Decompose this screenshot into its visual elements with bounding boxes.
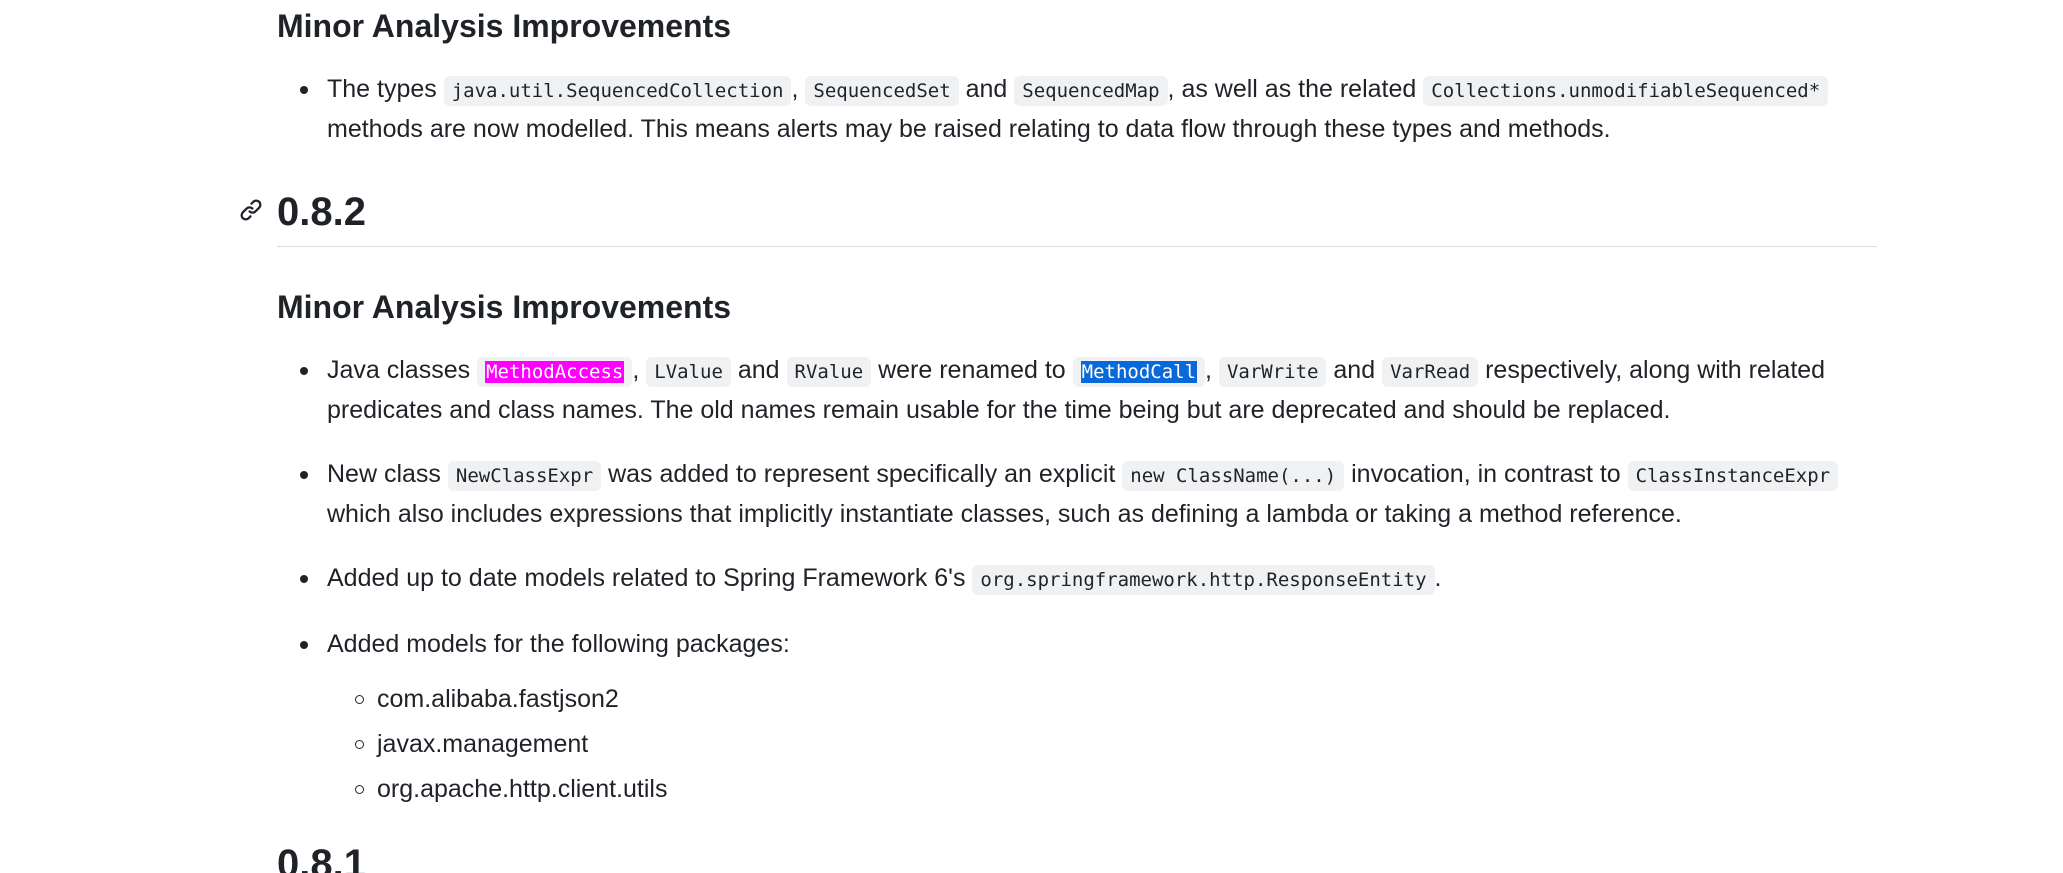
inline-code: SequencedMap — [1014, 76, 1168, 106]
inline-code: SequencedSet — [805, 76, 959, 106]
section-heading-minor-analysis: Minor Analysis Improvements — [277, 289, 732, 325]
release-version-title: 0.8.2 — [277, 190, 366, 234]
release-heading-0-8-1: 0.8.1 — [277, 836, 1877, 873]
package-item: javax.management — [355, 725, 1877, 763]
inline-code: LValue — [646, 357, 731, 387]
inline-code: VarRead — [1382, 357, 1479, 387]
list-item: Added models for the following packages:… — [300, 625, 1877, 808]
inline-code: org.springframework.http.ResponseEntity — [972, 565, 1435, 595]
inline-code: MethodCall — [1072, 357, 1206, 387]
inline-code: MethodAccess — [477, 357, 633, 387]
inline-code: new ClassName(...) — [1122, 461, 1345, 491]
package-item: org.apache.http.client.utils — [355, 770, 1877, 808]
list-item: Java classes MethodAccess, LValue and RV… — [300, 351, 1877, 429]
prev-improvements-list: The types java.util.SequencedCollection,… — [277, 70, 1877, 148]
release-version-title: 0.8.1 — [277, 842, 366, 873]
highlighted-text-magenta: MethodAccess — [485, 361, 625, 383]
highlighted-text-blue: MethodCall — [1080, 361, 1198, 383]
link-icon[interactable] — [237, 196, 265, 224]
inline-code: ClassInstanceExpr — [1627, 461, 1839, 491]
inline-code: java.util.SequencedCollection — [443, 76, 792, 106]
release-heading-0-8-2: 0.8.2 — [240, 184, 1877, 247]
release-notes-page: Minor Analysis Improvements The types ja… — [0, 0, 2063, 873]
packages-list: com.alibaba.fastjson2 javax.management o… — [327, 680, 1877, 808]
inline-code: Collections.unmodifiableSequenced* — [1423, 76, 1829, 106]
section-heading-minor-analysis-prev: Minor Analysis Improvements — [277, 8, 732, 44]
list-item: The types java.util.SequencedCollection,… — [300, 70, 1877, 148]
inline-code: VarWrite — [1218, 357, 1327, 387]
inline-code: RValue — [786, 357, 872, 387]
list-item: Added up to date models related to Sprin… — [300, 559, 1877, 599]
improvements-list: Java classes MethodAccess, LValue and RV… — [277, 351, 1877, 808]
release-notes-content: Minor Analysis Improvements The types ja… — [240, 0, 1877, 873]
inline-code: NewClassExpr — [447, 461, 602, 491]
package-item: com.alibaba.fastjson2 — [355, 680, 1877, 718]
list-item: New class NewClassExpr was added to repr… — [300, 455, 1877, 533]
